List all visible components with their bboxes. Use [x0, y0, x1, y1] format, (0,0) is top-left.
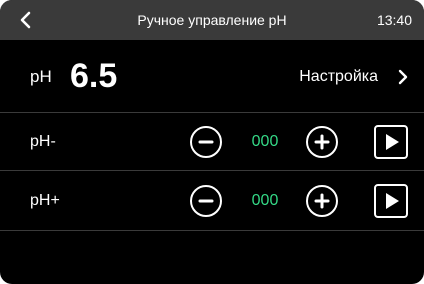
- increase-button[interactable]: [306, 185, 338, 217]
- chevron-right-icon: [398, 69, 408, 84]
- ph-row: pH 6.5 Настройка: [0, 40, 424, 113]
- ph-label: pH: [30, 67, 52, 86]
- decrease-button[interactable]: [190, 185, 222, 217]
- chevron-left-icon: [20, 11, 31, 29]
- minus-circle-icon: [198, 199, 214, 203]
- dosing-row-ph-minus: pH- 000: [0, 113, 424, 171]
- increase-button[interactable]: [306, 126, 338, 158]
- plus-circle-icon: [314, 193, 330, 209]
- device-screen: Ручное управление pH 13:40 pH 6.5 Настро…: [0, 0, 424, 284]
- play-icon: [386, 134, 399, 150]
- header-bar: Ручное управление pH 13:40: [0, 0, 424, 40]
- dose-amount: 000: [251, 132, 279, 150]
- dosing-label: pH+: [30, 191, 60, 209]
- start-dosing-button[interactable]: [374, 125, 408, 159]
- minus-circle-icon: [198, 140, 214, 144]
- dosing-row-ph-plus: pH+ 000: [0, 171, 424, 231]
- back-button[interactable]: [16, 10, 36, 30]
- page-title: Ручное управление pH: [137, 12, 287, 28]
- start-dosing-button[interactable]: [374, 184, 408, 218]
- decrease-button[interactable]: [190, 126, 222, 158]
- settings-label: Настройка: [299, 67, 378, 85]
- clock: 13:40: [376, 12, 412, 28]
- dose-amount: 000: [251, 191, 279, 209]
- dosing-label: pH-: [30, 132, 56, 150]
- play-icon: [386, 193, 399, 209]
- plus-circle-icon: [314, 134, 330, 150]
- ph-value: 6.5: [70, 57, 118, 95]
- settings-link[interactable]: Настройка: [299, 40, 410, 113]
